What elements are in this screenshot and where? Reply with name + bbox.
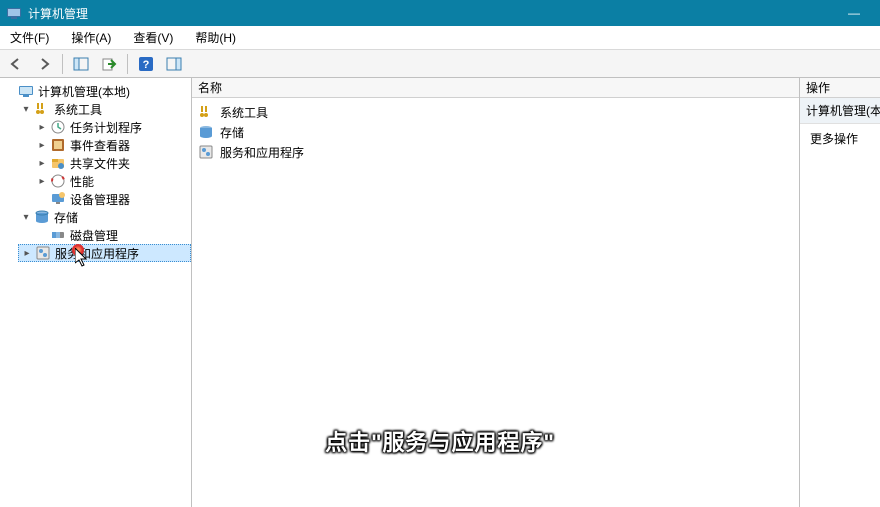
actions-more-link[interactable]: 更多操作	[800, 124, 880, 153]
shared-folders-icon	[50, 155, 66, 171]
show-hide-tree-button[interactable]	[69, 53, 93, 75]
toolbar-separator	[62, 54, 63, 74]
clock-icon	[50, 119, 66, 135]
wrench-icon	[34, 101, 50, 117]
window-title: 计算机管理	[28, 5, 88, 22]
tree-storage[interactable]: ▾ 存储	[18, 208, 191, 226]
tree-root[interactable]: ▸ 计算机管理(本地)	[2, 82, 191, 100]
device-manager-icon	[50, 191, 66, 207]
app-icon	[6, 5, 22, 21]
tree-label: 计算机管理(本地)	[38, 83, 130, 100]
help-button[interactable]: ?	[134, 53, 158, 75]
list-column-header-name[interactable]: 名称	[192, 78, 799, 98]
tree-label: 事件查看器	[70, 137, 130, 154]
list-body[interactable]: 系统工具 存储 服务和应用程序	[192, 98, 799, 507]
toolbar: ?	[0, 50, 880, 78]
list-item-label: 存储	[220, 124, 244, 141]
toolbar-separator	[127, 54, 128, 74]
actions-header: 操作	[800, 78, 880, 98]
tree-system-tools[interactable]: ▾ 系统工具	[18, 100, 191, 118]
tree-label: 任务计划程序	[70, 119, 142, 136]
tree-label: 系统工具	[54, 101, 102, 118]
performance-icon	[50, 173, 66, 189]
list-item[interactable]: 系统工具	[196, 102, 795, 122]
wrench-icon	[198, 104, 214, 120]
tree-shared-folders[interactable]: ▸ 共享文件夹	[34, 154, 191, 172]
nav-back-button[interactable]	[4, 53, 28, 75]
list-item[interactable]: 服务和应用程序	[196, 142, 795, 162]
services-apps-icon	[35, 245, 51, 261]
export-list-button[interactable]	[97, 53, 121, 75]
titlebar: 计算机管理 —	[0, 0, 880, 26]
show-action-pane-button[interactable]	[162, 53, 186, 75]
actions-section-title: 计算机管理(本地)	[800, 98, 880, 124]
services-apps-icon	[198, 144, 214, 160]
expand-icon[interactable]: ▸	[21, 247, 33, 259]
computer-management-icon	[18, 83, 34, 99]
nav-forward-button[interactable]	[32, 53, 56, 75]
tree-label: 共享文件夹	[70, 155, 130, 172]
menu-file[interactable]: 文件(F)	[6, 27, 53, 48]
expand-icon[interactable]: ▸	[36, 157, 48, 169]
list-item-label: 系统工具	[220, 104, 268, 121]
tree-label: 设备管理器	[70, 191, 130, 208]
menu-help[interactable]: 帮助(H)	[191, 27, 240, 48]
tree-label: 服务和应用程序	[55, 245, 139, 262]
list-pane: 名称 系统工具 存储 服务和应用程序	[192, 78, 800, 507]
tree-label: 性能	[70, 173, 94, 190]
svg-text:?: ?	[143, 59, 150, 71]
tree-label: 磁盘管理	[70, 227, 118, 244]
collapse-icon[interactable]: ▾	[20, 211, 32, 223]
menu-view[interactable]: 查看(V)	[129, 27, 177, 48]
main-area: ▸ 计算机管理(本地) ▾ 系统工具	[0, 78, 880, 507]
collapse-icon[interactable]: ▾	[20, 103, 32, 115]
tree-task-scheduler[interactable]: ▸ 任务计划程序	[34, 118, 191, 136]
expand-icon[interactable]: ▸	[36, 139, 48, 151]
tree-services-apps[interactable]: ▸ 服务和应用程序	[18, 244, 191, 262]
click-marker-icon	[72, 244, 84, 256]
tree-disk-management[interactable]: ▸ 磁盘管理	[34, 226, 191, 244]
menubar: 文件(F) 操作(A) 查看(V) 帮助(H)	[0, 26, 880, 50]
storage-icon	[198, 124, 214, 140]
event-viewer-icon	[50, 137, 66, 153]
tree-performance[interactable]: ▸ 性能	[34, 172, 191, 190]
actions-pane: 操作 计算机管理(本地) 更多操作	[800, 78, 880, 507]
storage-icon	[34, 209, 50, 225]
tree-device-manager[interactable]: ▸ 设备管理器	[34, 190, 191, 208]
menu-action[interactable]: 操作(A)	[67, 27, 115, 48]
disk-management-icon	[50, 227, 66, 243]
tree-event-viewer[interactable]: ▸ 事件查看器	[34, 136, 191, 154]
expand-icon[interactable]: ▸	[36, 121, 48, 133]
tree-pane[interactable]: ▸ 计算机管理(本地) ▾ 系统工具	[0, 78, 192, 507]
expand-icon[interactable]: ▸	[36, 175, 48, 187]
minimize-button[interactable]: —	[834, 0, 874, 26]
list-item-label: 服务和应用程序	[220, 144, 304, 161]
tree-label: 存储	[54, 209, 78, 226]
list-item[interactable]: 存储	[196, 122, 795, 142]
